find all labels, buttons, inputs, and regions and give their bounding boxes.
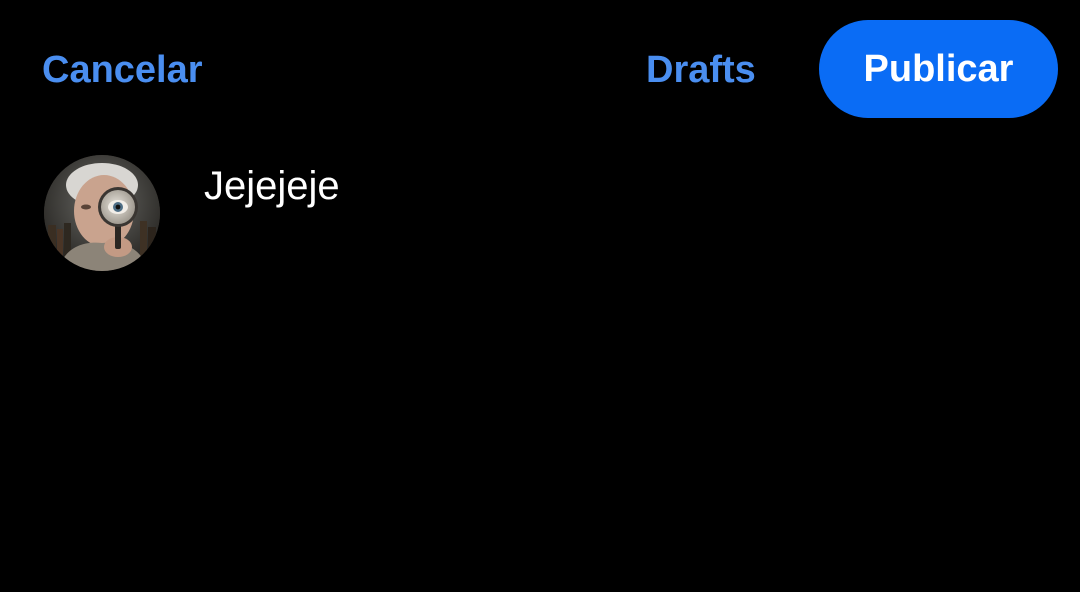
post-text-input[interactable]: Jejejeje [204,158,340,214]
compose-header: Cancelar Drafts Publicar [0,0,1080,140]
avatar[interactable] [44,155,160,271]
drafts-button[interactable]: Drafts [646,44,756,96]
cancel-button[interactable]: Cancelar [42,44,203,96]
user-avatar-photo-icon [44,155,160,271]
publish-button[interactable]: Publicar [819,20,1058,118]
